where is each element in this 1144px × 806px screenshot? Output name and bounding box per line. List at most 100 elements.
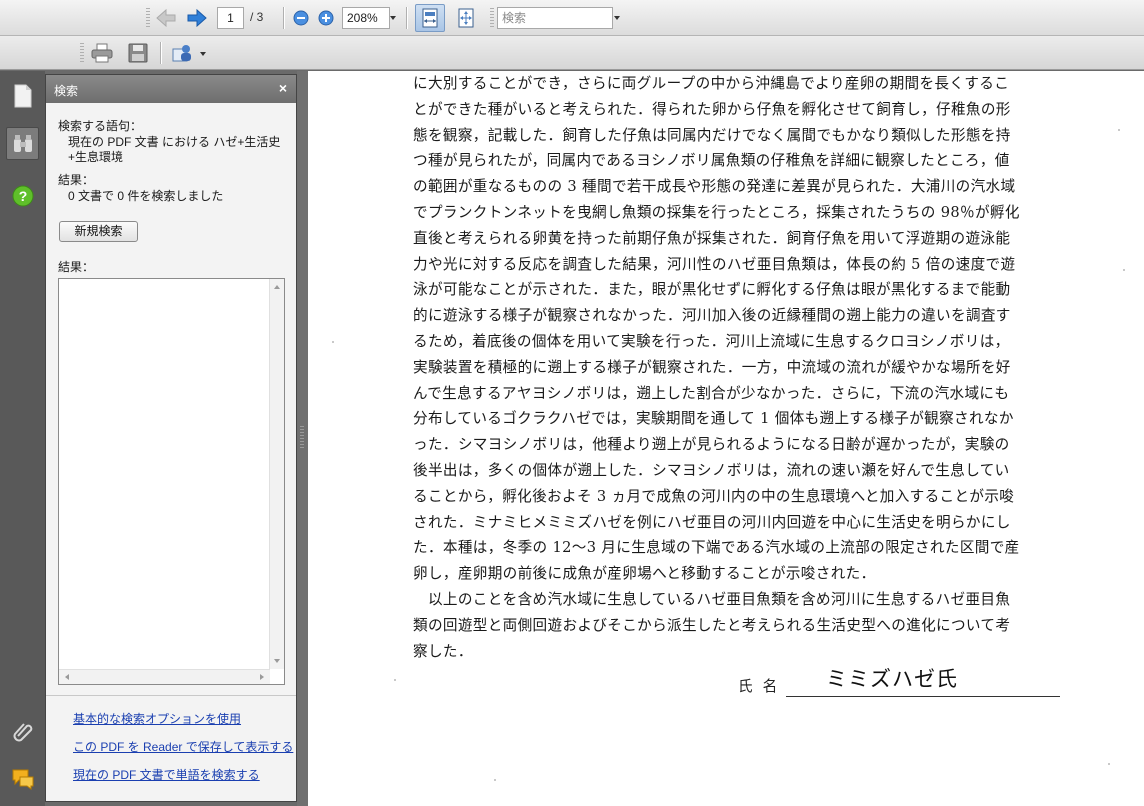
scroll-up-icon[interactable] bbox=[270, 282, 284, 292]
query-text-line1: 現在の PDF 文書 における ハゼ+生活史 bbox=[68, 135, 281, 149]
panel-splitter[interactable] bbox=[297, 71, 308, 806]
file-toolbar bbox=[0, 36, 1144, 70]
search-panel: 検索 × 検索する語句： 現在の PDF 文書 における ハゼ+生活史 +生息環… bbox=[45, 74, 297, 802]
share-users-icon bbox=[172, 45, 191, 62]
document-line: 実験装置を積極的に遡上する様子が観察された．一方，中流域の流れが緩やかな場所を好 bbox=[413, 358, 1011, 376]
document-line: 類の回遊型と両側回遊およびそこから派生したと考えられる生活史型への進化について考 bbox=[413, 616, 1011, 634]
document-line: 直後と考えられる卵黄を持った前期仔魚が採集された．飼育仔魚を用いて浮遊期の遊泳能 bbox=[413, 229, 1011, 247]
page-total-label: / 3 bbox=[250, 10, 264, 24]
find-input[interactable]: 検索 bbox=[497, 7, 613, 29]
document-text: に大別することができ，さらに両グループの中から沖縄島でより産卵の期間を長くするこ… bbox=[413, 71, 1069, 664]
find-in-current-document-link[interactable]: 現在の PDF 文書で単語を検索する bbox=[73, 766, 260, 783]
document-line: の範囲が重なるものの 3 種間で若干成長や形態の発達に差異が見られた．大浦川の汽… bbox=[413, 178, 1016, 196]
save-button[interactable] bbox=[125, 41, 151, 65]
results-list-label: 結果： bbox=[58, 260, 95, 274]
result-label: 結果： bbox=[58, 173, 95, 187]
document-line: るため，着底後の個体を用いて実験を行った．河川上流域に生息するクロヨシノボリは， bbox=[413, 332, 1010, 350]
scan-speck bbox=[1108, 763, 1110, 765]
zoom-out-icon bbox=[293, 10, 309, 26]
document-line: た．本種は，冬季の 12〜3 月に生息域の下端である汽水域の上流部の限定された区… bbox=[413, 539, 1020, 557]
search-panel-header: 検索 × bbox=[46, 75, 296, 103]
basic-search-options-link[interactable]: 基本的な検索オプションを使用 bbox=[73, 710, 241, 727]
toolbar-separator bbox=[283, 7, 284, 29]
scan-speck bbox=[1118, 129, 1120, 131]
signature-underline bbox=[786, 696, 1060, 697]
zoom-level-field[interactable]: 208% bbox=[342, 7, 390, 29]
search-panel-title: 検索 bbox=[54, 84, 79, 98]
query-text-line2: +生息環境 bbox=[68, 150, 124, 164]
query-label: 検索する語句： bbox=[58, 119, 143, 133]
document-line: んで生息するアヤヨシノボリは，遡上した割合が少なかった．さらに，下流の汽水域にも bbox=[413, 384, 1010, 402]
page-icon bbox=[14, 84, 31, 107]
navigation-toolbar: 1 / 3 208% 検索 bbox=[0, 0, 1144, 36]
document-line: とができた種がいると考えられた．得られた卵から仔魚を孵化させて飼育し，仔稚魚の形 bbox=[413, 100, 1011, 118]
splitter-grip[interactable] bbox=[300, 426, 304, 450]
search-panel-button[interactable] bbox=[6, 127, 39, 160]
fit-page-button[interactable] bbox=[453, 6, 479, 30]
previous-page-button[interactable] bbox=[154, 6, 178, 30]
document-line: 力や光に対する反応を調査した結果，河川性のハゼ亜目魚類は，体長の約 5 倍の速度… bbox=[413, 255, 1016, 273]
toolbar-separator bbox=[160, 42, 161, 64]
document-line: に大別することができ，さらに両グループの中から沖縄島でより産卵の期間を長くするこ bbox=[413, 75, 1010, 92]
printer-icon bbox=[91, 43, 113, 63]
scroll-down-icon[interactable] bbox=[270, 656, 284, 666]
floppy-disk-icon bbox=[128, 43, 148, 63]
page-number-input[interactable]: 1 bbox=[217, 7, 244, 29]
document-line: った．シマヨシノボリは，他種より遡上が見られるようになる日齢が遅かったが，実験の bbox=[413, 436, 1010, 454]
navigation-pane: ? bbox=[0, 71, 45, 806]
share-button[interactable] bbox=[169, 41, 199, 65]
pdf-reader-window: 1 / 3 208% 検索 ? 検索 × 検索する語句： 現在の PDF 文書 … bbox=[0, 0, 1144, 806]
share-dropdown-arrow-icon[interactable] bbox=[200, 52, 206, 56]
results-horizontal-scrollbar[interactable] bbox=[59, 669, 270, 684]
zoom-out-button[interactable] bbox=[292, 9, 310, 27]
toolbar-grip[interactable] bbox=[146, 8, 150, 28]
scroll-right-icon[interactable] bbox=[257, 670, 267, 684]
close-icon[interactable]: × bbox=[279, 80, 287, 96]
fit-page-icon bbox=[458, 8, 474, 28]
arrow-right-icon bbox=[187, 9, 207, 27]
results-vertical-scrollbar[interactable] bbox=[269, 279, 284, 669]
document-line: された．ミナミヒメミミズハゼを例にハゼ亜目の河川内回遊を中心に生活史を明らかにし bbox=[413, 513, 1011, 531]
attachments-button[interactable] bbox=[6, 714, 39, 747]
toolbar-separator bbox=[406, 7, 407, 29]
document-line: 以上のことを含め汽水域に生息しているハゼ亜目魚類を含め河川に生息するハゼ亜目魚 bbox=[413, 590, 1011, 608]
zoom-dropdown-arrow-icon[interactable] bbox=[390, 16, 396, 20]
result-summary: 0 文書で 0 件を検索しました bbox=[68, 189, 224, 203]
comments-button[interactable] bbox=[6, 762, 39, 795]
document-line: 察した． bbox=[413, 642, 473, 660]
document-line: 分布しているゴクラクハゼでは，実験期間を通して 1 個体も遡上する様子が観察され… bbox=[413, 410, 1014, 428]
fit-width-button[interactable] bbox=[415, 4, 445, 32]
toolbar-grip[interactable] bbox=[80, 43, 84, 63]
results-list[interactable] bbox=[58, 278, 285, 685]
document-line: 卵し，産卵期の前後に成魚が産卵場へと移動することが示唆された． bbox=[413, 565, 876, 583]
document-line: 態を観察，記載した．飼育した仔魚は同属内だけでなく属間でもかなり類似した形態を持 bbox=[413, 126, 1011, 144]
pages-panel-button[interactable] bbox=[6, 79, 39, 112]
svg-text:?: ? bbox=[18, 188, 27, 204]
save-in-reader-link[interactable]: この PDF を Reader で保存して表示する bbox=[73, 738, 293, 755]
document-line: 後半出は，多くの個体が遡上した．シマヨシノボリは，流れの速い瀬を好んで生息してい bbox=[413, 461, 1010, 479]
scan-speck bbox=[1123, 269, 1125, 271]
arrow-left-icon bbox=[156, 9, 176, 27]
scan-speck bbox=[394, 679, 396, 681]
print-button[interactable] bbox=[89, 41, 115, 65]
signature-name: ミミズハゼ氏 bbox=[826, 667, 958, 691]
next-page-button[interactable] bbox=[185, 6, 209, 30]
document-line: ることから，孵化後およそ 3 ヵ月で成魚の河川内の中の生息環境へと加入することが… bbox=[413, 487, 1015, 505]
help-button[interactable]: ? bbox=[6, 179, 39, 212]
binoculars-icon bbox=[13, 134, 32, 152]
document-line: 泳が可能なことが示された．また，眼が黒化せずに孵化する仔魚は眼が黒化するまで能動 bbox=[413, 281, 1011, 299]
find-dropdown-arrow-icon[interactable] bbox=[614, 16, 620, 20]
document-line: 的に遊泳する様子が観察されなかった．河川加入後の近縁種間の遡上能力の違いを調査す bbox=[413, 307, 1011, 325]
search-panel-footer: 基本的な検索オプションを使用 この PDF を Reader で保存して表示する… bbox=[46, 695, 296, 801]
paperclip-icon bbox=[13, 722, 32, 741]
zoom-in-button[interactable] bbox=[317, 9, 335, 27]
fit-width-icon bbox=[422, 8, 438, 28]
scroll-left-icon[interactable] bbox=[62, 670, 72, 684]
document-page[interactable]: に大別することができ，さらに両グループの中から沖縄島でより産卵の期間を長くするこ… bbox=[308, 71, 1144, 806]
scan-speck bbox=[332, 341, 334, 343]
new-search-button[interactable]: 新規検索 bbox=[59, 221, 138, 242]
scan-speck bbox=[494, 779, 496, 781]
signature-label: 氏名 bbox=[738, 678, 788, 695]
toolbar-grip[interactable] bbox=[490, 8, 494, 28]
document-line: でプランクトンネットを曳網し魚類の採集を行ったところ，採集されたうちの 98％が… bbox=[413, 203, 1020, 221]
